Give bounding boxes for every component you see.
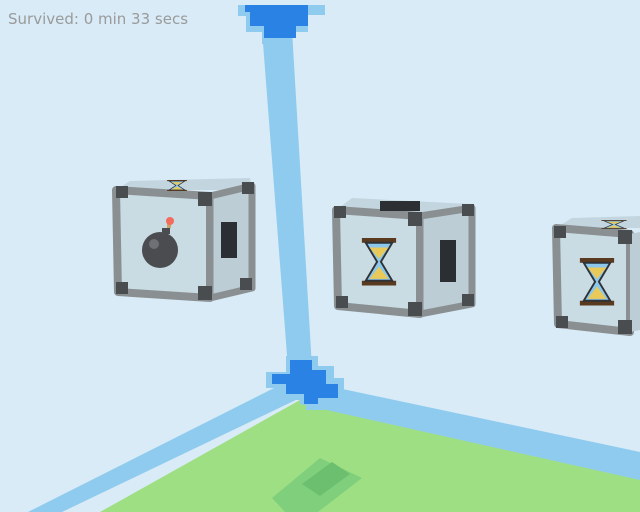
slot-icon xyxy=(221,222,237,258)
game-scene xyxy=(28,5,640,512)
slot-icon xyxy=(440,240,456,282)
frame-edge-vertical xyxy=(262,30,312,368)
crate-bomb[interactable] xyxy=(112,178,256,302)
crate-hourglass[interactable] xyxy=(332,198,476,318)
slot-icon xyxy=(380,201,420,211)
game-viewport[interactable]: Survived: 0 min 33 secs xyxy=(0,0,640,512)
crate-hourglass-2[interactable] xyxy=(552,216,640,336)
frame-corner-top-core xyxy=(245,5,308,38)
survival-timer: Survived: 0 min 33 secs xyxy=(8,10,189,28)
